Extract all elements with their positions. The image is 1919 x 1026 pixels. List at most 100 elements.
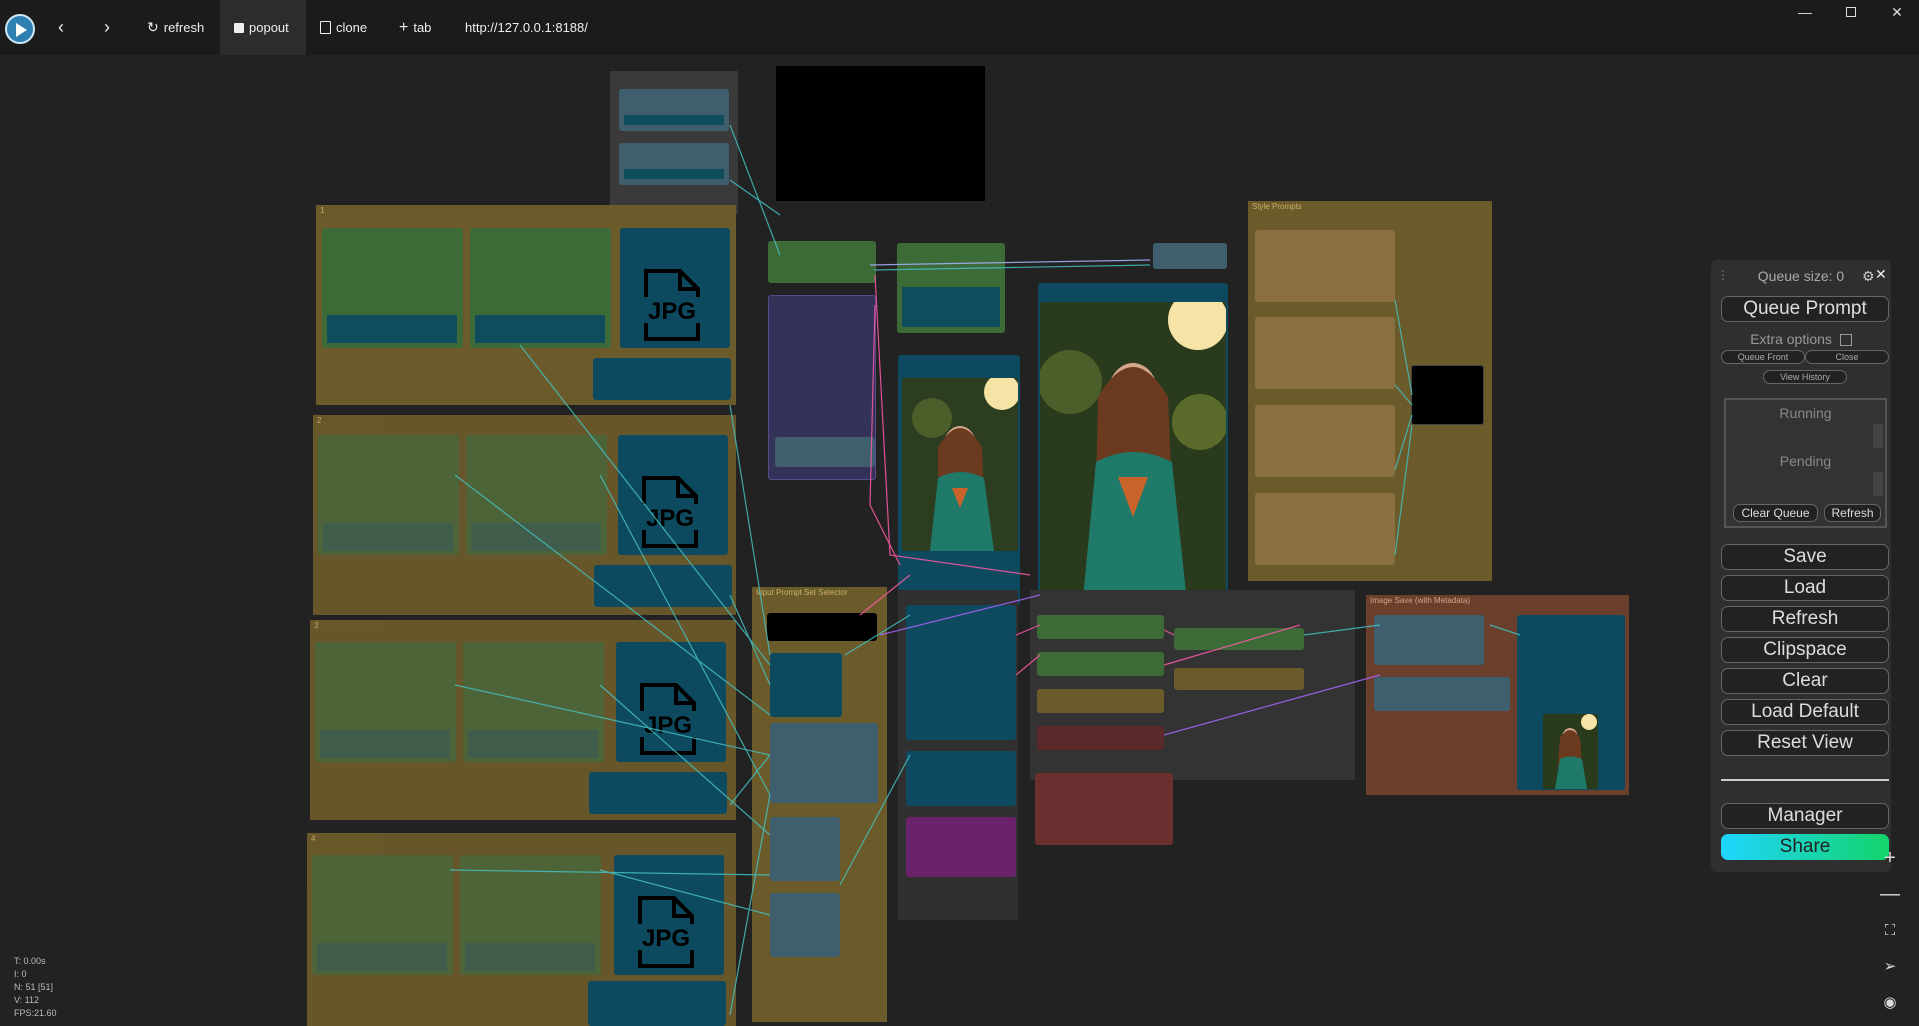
refresh-button[interactable]: Refresh	[1721, 606, 1889, 632]
queue-front-button[interactable]: Queue Front	[1721, 350, 1805, 364]
node-save-settings-2[interactable]	[1374, 677, 1510, 711]
node-middle-green[interactable]	[768, 241, 876, 283]
node-output-4[interactable]	[588, 981, 726, 1026]
selector-node-teal-3[interactable]	[770, 817, 840, 881]
queue-prompt-button[interactable]: Queue Prompt	[1721, 296, 1889, 322]
node-small-teal[interactable]	[775, 437, 875, 467]
node-pipe-5[interactable]	[1174, 628, 1304, 650]
zoom-in-button[interactable]: +	[1872, 842, 1908, 874]
view-history-button[interactable]: View History	[1763, 370, 1847, 384]
widget-bar[interactable]	[317, 943, 447, 971]
jpg-file-icon: JPG	[638, 476, 702, 548]
style-prompt-node-2[interactable]	[1255, 317, 1395, 389]
send-icon: ➢	[1883, 958, 1897, 975]
node-output-3[interactable]	[589, 772, 727, 814]
zoom-out-button[interactable]: —	[1872, 878, 1908, 910]
widget-bar[interactable]	[323, 523, 453, 551]
jpg-label: JPG	[646, 505, 694, 532]
clone-button[interactable]: clone	[306, 0, 381, 55]
node-output-2[interactable]	[594, 565, 732, 607]
popout-button[interactable]: popout	[220, 0, 306, 55]
node-vae-decoder[interactable]	[906, 751, 1016, 806]
widget-bar[interactable]	[471, 523, 601, 551]
fit-view-button[interactable]: ⛶	[1872, 914, 1908, 946]
clear-button[interactable]: Clear	[1721, 668, 1889, 694]
widget-bar[interactable]	[468, 730, 598, 758]
manager-button[interactable]: Manager	[1721, 803, 1889, 829]
node-small-right[interactable]	[1153, 243, 1227, 269]
node-red-pipe[interactable]	[1035, 773, 1173, 845]
jpg-label: JPG	[648, 298, 696, 325]
share-button[interactable]: Share	[1721, 834, 1889, 860]
back-button[interactable]: ‹	[38, 0, 84, 55]
new-tab-button[interactable]: + tab	[385, 0, 445, 55]
widget-bar[interactable]	[327, 315, 457, 343]
pending-label: Pending	[1779, 453, 1832, 469]
jpg-file-icon: JPG	[640, 269, 704, 341]
style-prompt-node-4[interactable]	[1255, 493, 1395, 565]
minimize-button[interactable]: —	[1785, 2, 1825, 22]
plus-icon: +	[399, 18, 409, 36]
running-label: Running	[1779, 405, 1832, 421]
node-pipe-3[interactable]	[1037, 689, 1164, 713]
style-preview-node[interactable]	[1411, 365, 1484, 425]
saved-image-thumbnail	[1543, 714, 1598, 789]
close-button[interactable]: Close	[1805, 350, 1889, 364]
group-title: Style Prompts	[1252, 202, 1302, 211]
widget-bar[interactable]	[902, 287, 1000, 327]
node-graph-canvas[interactable]: 1 2 3 4 JPG JPG JPG JPG Style Prompts In…	[0, 55, 1919, 1026]
forward-button[interactable]: ›	[84, 0, 130, 55]
panel-divider	[1721, 779, 1889, 781]
zoom-in-icon: +	[1884, 846, 1896, 869]
tab-label: tab	[413, 20, 432, 35]
style-prompt-node-3[interactable]	[1255, 405, 1395, 477]
app-logo-icon	[5, 14, 35, 44]
widget-bar[interactable]	[624, 169, 724, 179]
load-button[interactable]: Load	[1721, 575, 1889, 601]
node-clip-encoder[interactable]	[906, 605, 1016, 740]
extra-options-row: Extra options	[1711, 331, 1891, 347]
load-default-button[interactable]: Load Default	[1721, 699, 1889, 725]
jpg-file-icon: JPG	[636, 683, 700, 755]
stat-nodes: N: 51 [51]	[14, 982, 54, 992]
widget-bar[interactable]	[624, 115, 724, 125]
selector-node-teal-2[interactable]	[770, 723, 878, 803]
address-bar[interactable]: http://127.0.0.1:8188/	[465, 0, 588, 55]
preview-image-small	[902, 378, 1018, 551]
selector-node-black[interactable]	[767, 613, 877, 641]
restore-icon	[1846, 7, 1856, 17]
fit-view-icon: ⛶	[1884, 921, 1896, 939]
node-purple-magenta[interactable]	[906, 817, 1016, 877]
gear-icon[interactable]: ⚙	[1862, 268, 1875, 285]
clear-queue-button[interactable]: Clear Queue	[1733, 504, 1818, 522]
node-pipe-2[interactable]	[1037, 652, 1164, 676]
widget-bar[interactable]	[465, 943, 595, 971]
save-button[interactable]: Save	[1721, 544, 1889, 570]
clipspace-button[interactable]: Clipspace	[1721, 637, 1889, 663]
selector-node-teal-1[interactable]	[770, 653, 842, 717]
widget-bar[interactable]	[475, 315, 605, 343]
send-button[interactable]: ➢	[1872, 950, 1908, 982]
node-pipe-1[interactable]	[1037, 615, 1164, 639]
clone-label: clone	[336, 20, 368, 35]
widget-bar[interactable]	[320, 730, 450, 758]
style-prompt-node-1[interactable]	[1255, 230, 1395, 302]
pending-scrollbar[interactable]	[1873, 472, 1883, 496]
close-panel-icon[interactable]: ✕	[1875, 266, 1887, 283]
refresh-queue-button[interactable]: Refresh	[1824, 504, 1881, 522]
extra-options-checkbox[interactable]	[1839, 334, 1852, 347]
reset-view-button[interactable]: Reset View	[1721, 730, 1889, 756]
group-title: 1	[320, 206, 325, 215]
selector-node-teal-4[interactable]	[770, 893, 840, 957]
node-pipe-6[interactable]	[1174, 668, 1304, 690]
jpg-label: JPG	[644, 712, 692, 739]
node-output-1[interactable]	[593, 358, 731, 400]
black-preview-node[interactable]	[776, 66, 985, 201]
visibility-button[interactable]: ◉	[1872, 986, 1908, 1018]
restore-button[interactable]	[1831, 2, 1871, 22]
close-window-button[interactable]: ✕	[1877, 2, 1917, 22]
node-save-settings-1[interactable]	[1374, 615, 1484, 665]
refresh-button[interactable]: ↻ refresh	[133, 0, 218, 55]
running-scrollbar[interactable]	[1873, 424, 1883, 448]
node-pipe-4[interactable]	[1037, 726, 1164, 750]
